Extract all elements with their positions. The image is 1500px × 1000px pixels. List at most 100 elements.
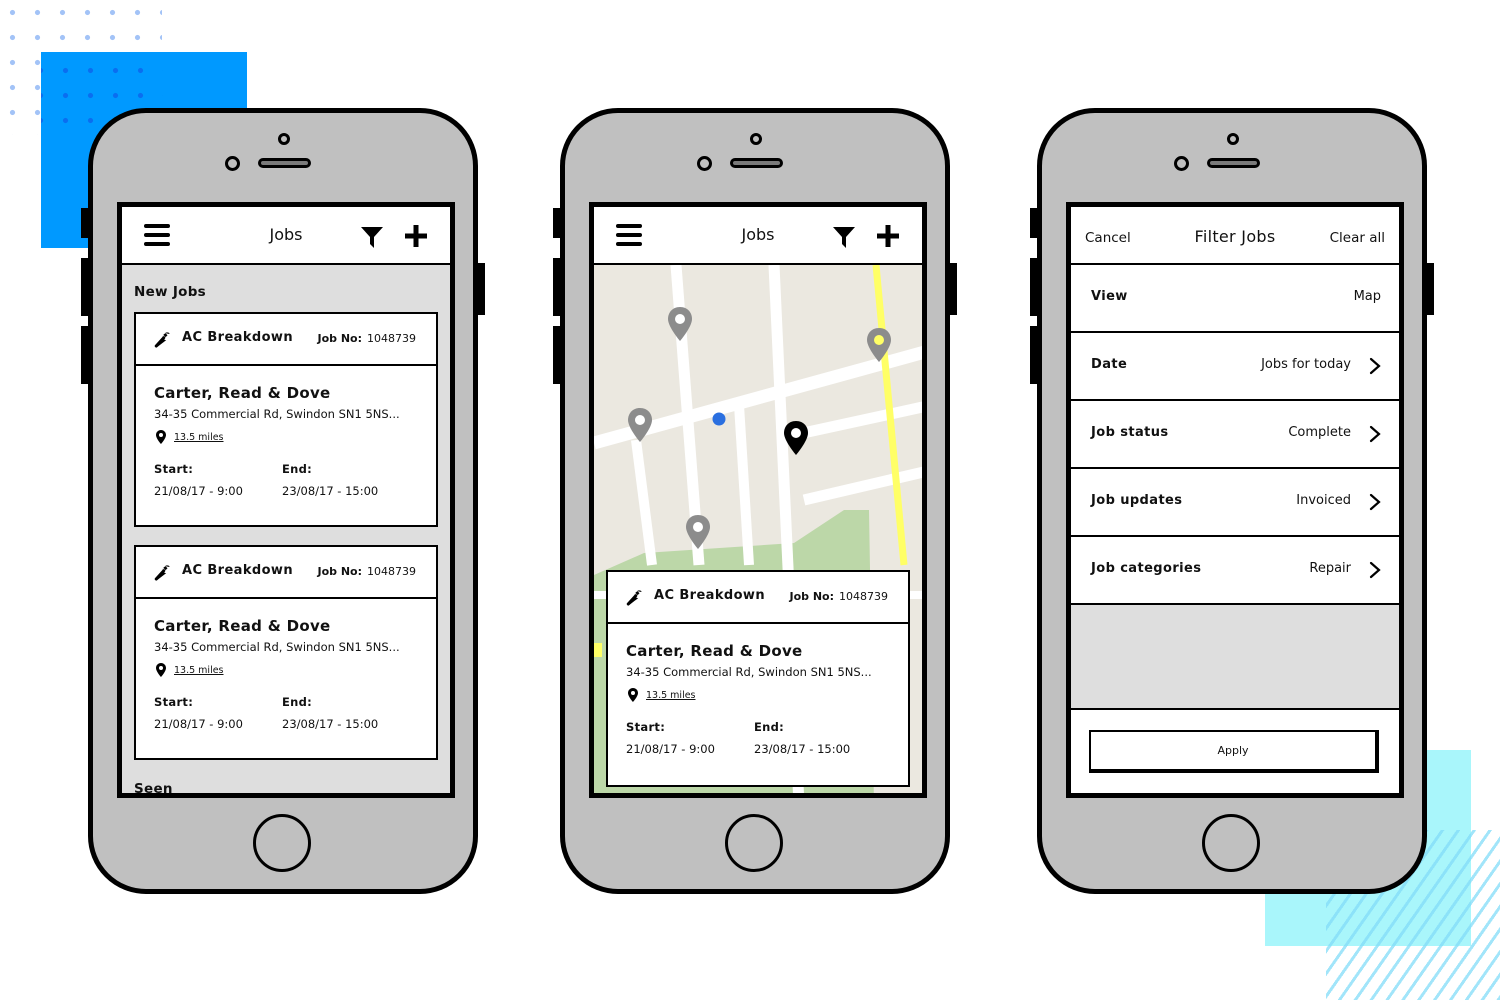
filter-label: Job updates: [1091, 493, 1183, 508]
filter-row-job-categories[interactable]: Job categories Repair: [1071, 537, 1399, 605]
screen: Jobs AC Breakdown Job No: 1048739 Carter…: [589, 202, 927, 798]
job-card[interactable]: AC Breakdown Job No: 1048739 Carter, Read…: [134, 312, 438, 527]
job-type: AC Breakdown: [182, 563, 293, 578]
home-button[interactable]: [1202, 814, 1260, 872]
filter-value: Map: [1353, 289, 1381, 304]
phone-volume-up: [81, 258, 89, 316]
filter-value: Invoiced: [1296, 493, 1351, 508]
page-title: Jobs: [741, 225, 775, 244]
company-name: Carter, Read & Dove: [154, 384, 331, 402]
phone-volume-down: [553, 326, 561, 384]
filter-row-job-updates[interactable]: Job updates Invoiced: [1071, 469, 1399, 537]
job-number: Job No: 1048739: [317, 565, 416, 578]
phone-mute-switch: [1030, 208, 1038, 238]
phone-mute-switch: [81, 208, 89, 238]
screen: Jobs New Jobs AC Breakdown Job No: 104873…: [117, 202, 455, 798]
job-marker: [686, 515, 710, 549]
filter-label: View: [1091, 289, 1128, 304]
filter-value: Jobs for today: [1261, 357, 1351, 372]
end-datetime: 23/08/17 - 15:00: [282, 484, 379, 498]
phone-volume-up: [553, 258, 561, 316]
location-pin-icon: [628, 688, 638, 702]
front-camera: [1227, 133, 1239, 145]
sensor: [697, 156, 712, 171]
front-camera: [750, 133, 762, 145]
filter-value: Complete: [1288, 425, 1351, 440]
phone-mute-switch: [553, 208, 561, 238]
address: 34-35 Commercial Rd, Swindon SN1 5NS...: [154, 407, 400, 421]
start-datetime: 21/08/17 - 9:00: [154, 717, 243, 731]
job-number-value: 1048739: [839, 590, 888, 603]
job-number: Job No: 1048739: [789, 590, 888, 603]
end-label: End:: [282, 462, 313, 476]
apply-button[interactable]: Apply: [1089, 730, 1379, 773]
wrench-icon: [154, 565, 170, 581]
job-marker: [668, 307, 692, 341]
home-button[interactable]: [253, 814, 311, 872]
filter-icon[interactable]: [832, 225, 856, 249]
phone-volume-down: [81, 326, 89, 384]
company-name: Carter, Read & Dove: [154, 617, 331, 635]
job-number-value: 1048739: [367, 332, 416, 345]
job-card-header: AC Breakdown Job No: 1048739: [136, 547, 436, 599]
job-type: AC Breakdown: [654, 588, 765, 603]
sensor: [225, 156, 240, 171]
address: 34-35 Commercial Rd, Swindon SN1 5NS...: [154, 640, 400, 654]
filter-row-date[interactable]: Date Jobs for today: [1071, 333, 1399, 401]
chevron-right-icon: [1369, 425, 1381, 443]
nav-bar: Jobs: [122, 207, 450, 265]
end-datetime: 23/08/17 - 15:00: [754, 742, 851, 756]
distance-link[interactable]: 13.5 miles: [174, 665, 224, 676]
job-number: Job No: 1048739: [317, 332, 416, 345]
job-card[interactable]: AC Breakdown Job No: 1048739 Carter, Read…: [606, 570, 910, 787]
start-label: Start:: [626, 720, 666, 734]
start-label: Start:: [154, 695, 194, 709]
section-seen: Seen: [134, 781, 173, 797]
end-datetime: 23/08/17 - 15:00: [282, 717, 379, 731]
earpiece-speaker: [1207, 158, 1260, 168]
phone-power-button: [477, 263, 485, 315]
filter-label: Job categories: [1091, 561, 1202, 576]
clear-all-button[interactable]: Clear all: [1330, 230, 1385, 246]
wrench-icon: [154, 332, 170, 348]
phone-list-view: Jobs New Jobs AC Breakdown Job No: 104873…: [81, 108, 485, 894]
phone-volume-down: [1030, 326, 1038, 384]
filter-icon[interactable]: [360, 225, 384, 249]
nav-bar: Jobs: [594, 207, 922, 265]
phone-map-view: Jobs AC Breakdown Job No: 1048739 Carter…: [553, 108, 957, 894]
company-name: Carter, Read & Dove: [626, 642, 803, 660]
phone-power-button: [949, 263, 957, 315]
distance-link[interactable]: 13.5 miles: [646, 690, 696, 701]
filter-footer: Apply: [1071, 708, 1399, 793]
plus-icon[interactable]: [876, 224, 900, 248]
chevron-right-icon: [1369, 493, 1381, 511]
filter-value: Repair: [1309, 561, 1351, 576]
distance-link[interactable]: 13.5 miles: [174, 432, 224, 443]
nav-bar: Cancel Filter Jobs Clear all: [1071, 207, 1399, 265]
filter-label: Job status: [1091, 425, 1169, 440]
job-type: AC Breakdown: [182, 330, 293, 345]
filter-label: Date: [1091, 357, 1128, 372]
location-pin-icon: [156, 430, 166, 444]
location-pin-icon: [156, 663, 166, 677]
earpiece-speaker: [730, 158, 783, 168]
chevron-right-icon: [1369, 561, 1381, 579]
home-button[interactable]: [725, 814, 783, 872]
section-new-jobs: New Jobs: [134, 284, 207, 300]
job-number-label: Job No:: [317, 565, 362, 578]
filter-row-view[interactable]: View Map: [1071, 265, 1399, 333]
start-datetime: 21/08/17 - 9:00: [626, 742, 715, 756]
filter-row-job-status[interactable]: Job status Complete: [1071, 401, 1399, 469]
plus-icon[interactable]: [404, 224, 428, 248]
phone-volume-up: [1030, 258, 1038, 316]
phone-power-button: [1426, 263, 1434, 315]
job-card-header: AC Breakdown Job No: 1048739: [136, 314, 436, 366]
wrench-icon: [626, 590, 642, 606]
job-number-label: Job No:: [317, 332, 362, 345]
phone-filter-view: Cancel Filter Jobs Clear all View Map Da…: [1030, 108, 1434, 894]
earpiece-speaker: [258, 158, 311, 168]
sensor: [1174, 156, 1189, 171]
job-card[interactable]: AC Breakdown Job No: 1048739 Carter, Read…: [134, 545, 438, 760]
job-card-header: AC Breakdown Job No: 1048739: [608, 572, 908, 624]
end-label: End:: [754, 720, 785, 734]
